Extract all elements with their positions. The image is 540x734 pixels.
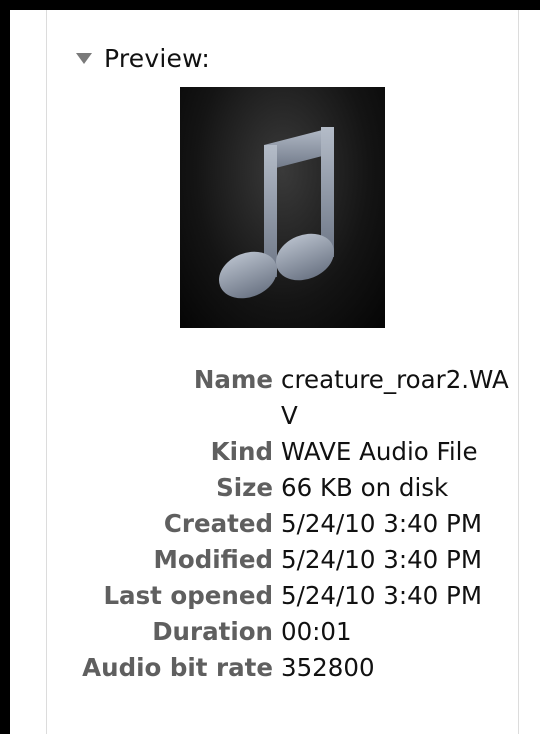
last-opened-value: 5/24/10 3:40 PM <box>281 581 482 610</box>
info-panel: Preview: Name creature_roar2.WAV Kind WA… <box>10 10 540 734</box>
preview-thumbnail <box>180 87 385 328</box>
kind-value: WAVE Audio File <box>281 437 478 466</box>
panel-divider-left <box>46 10 47 734</box>
created-label: Created <box>163 509 273 538</box>
last-opened-label: Last opened <box>103 581 273 610</box>
preview-section-toggle[interactable]: Preview: <box>76 38 210 78</box>
created-value: 5/24/10 3:40 PM <box>281 509 482 538</box>
name-value: creature_roar2.WAV <box>281 365 509 430</box>
preview-section-label: Preview: <box>104 43 210 73</box>
size-value: 66 KB on disk <box>281 473 449 502</box>
audio-bit-rate-label: Audio bit rate <box>82 653 273 682</box>
modified-value: 5/24/10 3:40 PM <box>281 545 482 574</box>
size-label: Size <box>216 473 273 502</box>
panel-divider-right <box>518 10 519 734</box>
name-label: Name <box>193 365 273 394</box>
disclosure-triangle-icon[interactable] <box>76 53 92 64</box>
duration-value: 00:01 <box>281 617 352 646</box>
modified-label: Modified <box>153 545 273 574</box>
music-note-icon <box>218 127 335 299</box>
audio-bit-rate-value: 352800 <box>281 653 375 682</box>
kind-label: Kind <box>210 437 273 466</box>
window-frame: Preview: Name creature_roar2.WAV Kind WA… <box>0 0 540 734</box>
duration-label: Duration <box>152 617 273 646</box>
